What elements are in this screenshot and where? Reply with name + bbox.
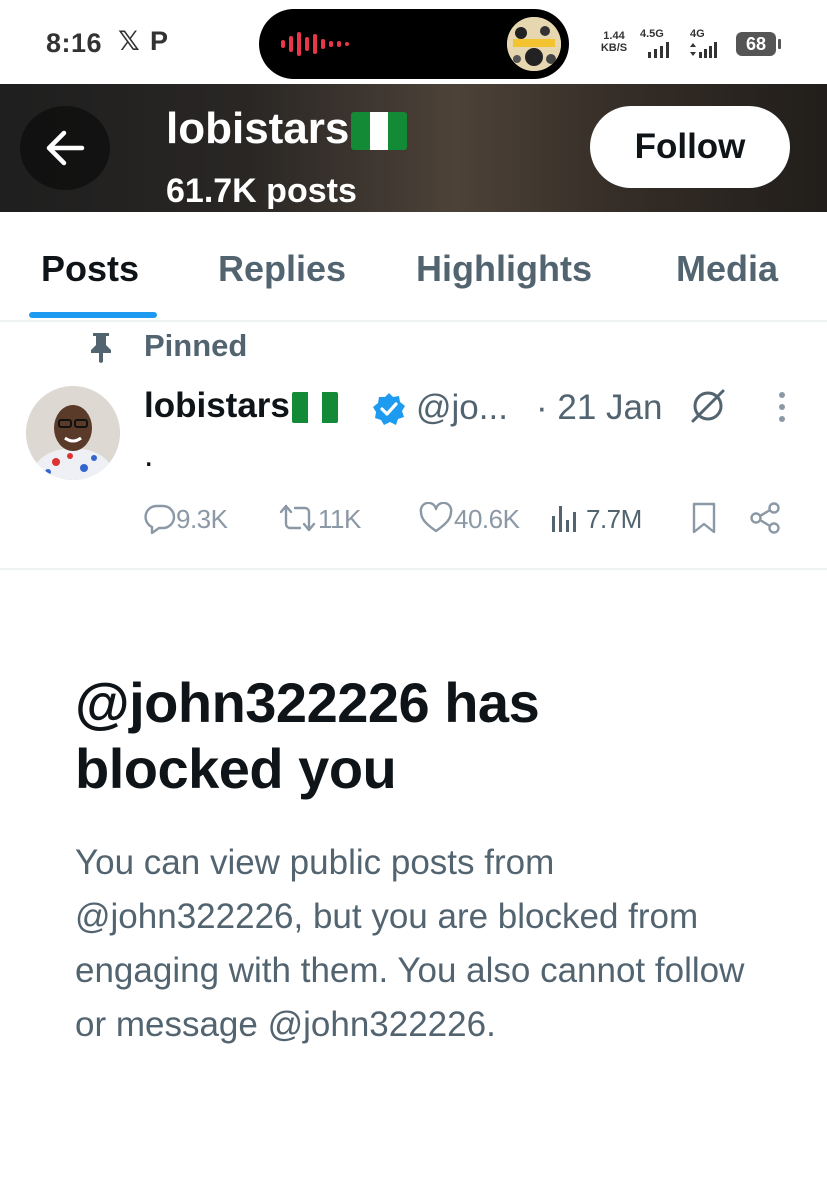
status-bar: 8:16 𝕏 P 1.44 KB/S 4.5G 4G 68 [0, 0, 827, 84]
post-author-handle[interactable]: @jo... [416, 388, 508, 428]
audio-wave-icon [281, 32, 349, 56]
post-actions: 9.3K 11K 40.6K 7.7M [144, 498, 804, 538]
nigeria-flag-icon [351, 112, 408, 151]
active-tab-indicator [29, 312, 157, 318]
pin-icon [91, 333, 111, 363]
like-count: 40.6K [454, 504, 520, 534]
reply-icon [144, 504, 176, 534]
x-app-icon: 𝕏 [118, 26, 140, 56]
arrow-left-icon [46, 130, 85, 166]
heart-icon [419, 502, 453, 533]
network-type-1: 4.5G [640, 28, 664, 40]
repost-icon [279, 504, 316, 532]
tab-replies[interactable]: Replies [218, 248, 346, 290]
repost-count: 11K [318, 504, 361, 534]
network-type-2: 4G [690, 28, 705, 40]
header-display-name: lobistars [166, 104, 408, 154]
signal-icon-2 [690, 42, 717, 58]
back-button[interactable] [20, 106, 110, 190]
share-icon [750, 502, 780, 534]
post-date[interactable]: · 21 Jan [536, 388, 662, 428]
bookmark-icon [692, 502, 716, 534]
profile-tabs: Posts Replies Highlights Media [0, 212, 827, 322]
network-speed: 1.44 KB/S [600, 30, 628, 54]
p-app-icon: P [150, 26, 169, 56]
signal-icon [648, 42, 669, 58]
status-indicators: 1.44 KB/S 4.5G 4G 68 [596, 28, 796, 62]
verified-badge-icon [373, 393, 405, 425]
blocked-description: You can view public posts from @john3222… [75, 843, 745, 1044]
dynamic-island[interactable] [259, 9, 569, 79]
tab-highlights[interactable]: Highlights [416, 248, 592, 290]
media-artwork-icon [507, 17, 561, 71]
reply-count: 9.3K [176, 504, 228, 534]
grok-icon[interactable] [688, 386, 728, 426]
analytics-icon [552, 506, 576, 532]
tab-posts[interactable]: Posts [41, 248, 139, 290]
nigeria-flag-icon [291, 392, 338, 424]
blocked-title: @john322226 has blocked you [75, 671, 540, 800]
post-header: lobistars @jo... · 21 Jan [144, 386, 804, 430]
pinned-label: Pinned [144, 328, 248, 363]
follow-button[interactable]: Follow [590, 106, 790, 188]
tab-media[interactable]: Media [676, 248, 778, 290]
post-text: . [144, 436, 154, 474]
battery-indicator: 68 [736, 32, 776, 56]
view-count: 7.7M [586, 504, 642, 534]
post-author-name[interactable]: lobistars [144, 386, 338, 426]
header-post-count: 61.7K posts [166, 172, 357, 210]
status-time: 8:16 [46, 28, 103, 58]
divider [0, 568, 827, 570]
avatar[interactable] [26, 386, 120, 480]
profile-header: lobistars 61.7K posts Follow [0, 84, 827, 212]
more-options-icon[interactable] [776, 390, 788, 424]
battery-tip [778, 39, 781, 49]
